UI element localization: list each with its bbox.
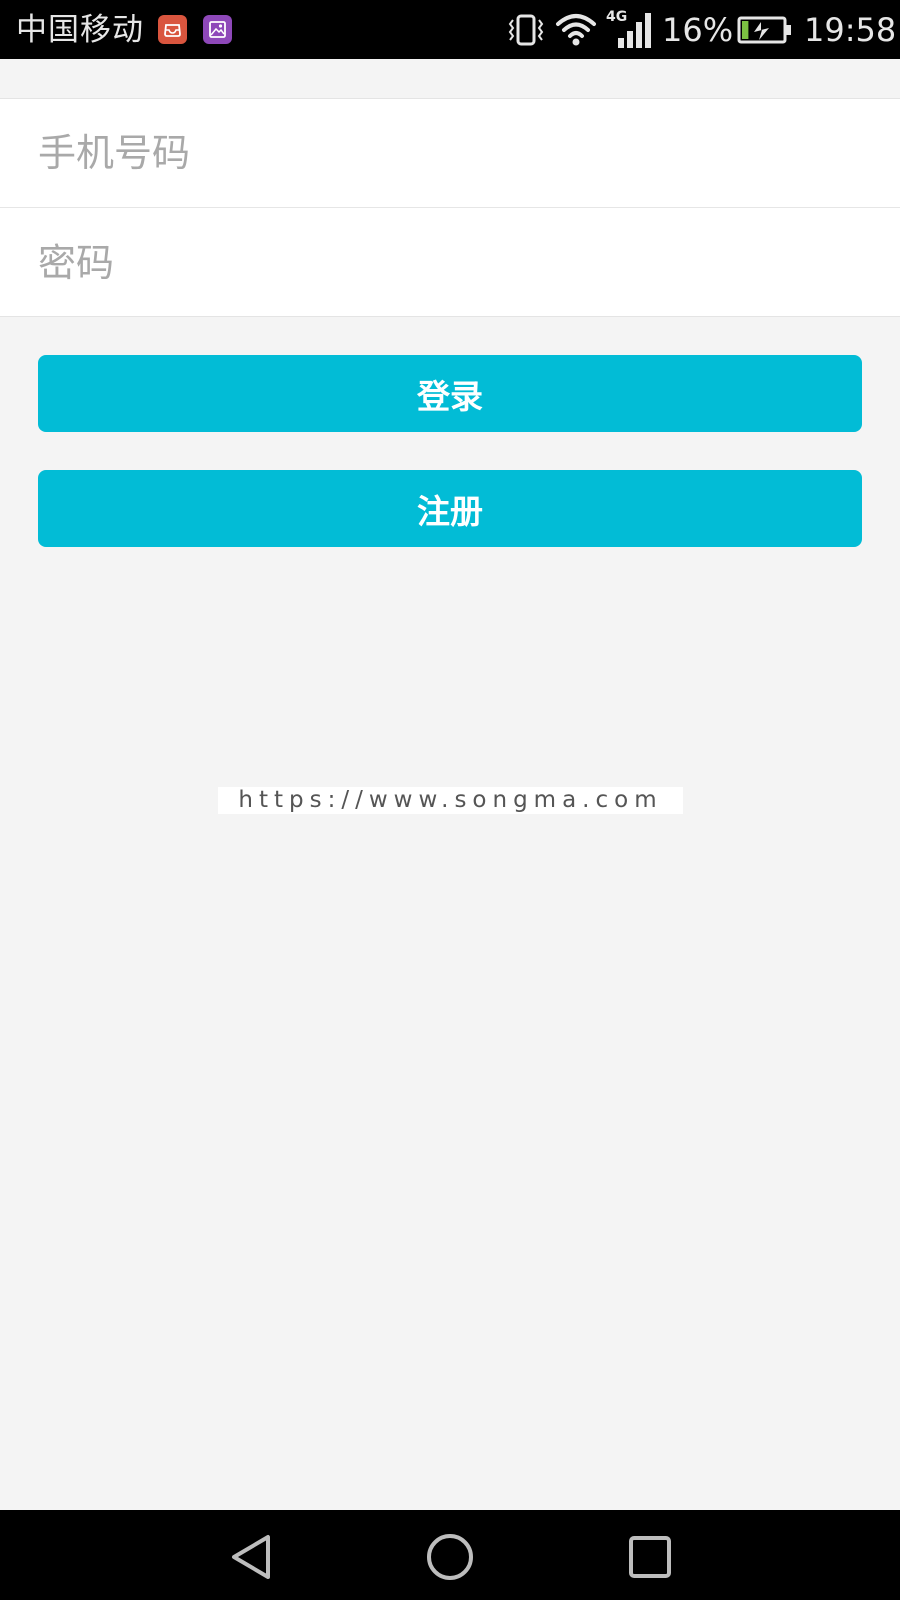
phone-field-row <box>0 99 900 207</box>
login-form <box>0 98 900 317</box>
watermark-url: https://www.songma.com <box>218 787 683 814</box>
signal-icon: 4G <box>606 8 656 54</box>
carrier-name: 中国移动 <box>16 12 144 48</box>
clock: 19:58 <box>804 11 897 49</box>
network-type: 4G <box>606 9 627 25</box>
back-icon[interactable] <box>225 1530 279 1584</box>
battery-charging-icon <box>737 16 793 48</box>
password-field-row <box>0 207 900 317</box>
phone-input[interactable] <box>0 99 900 207</box>
home-icon[interactable] <box>423 1530 477 1584</box>
register-button[interactable]: 注册 <box>38 470 862 547</box>
password-input[interactable] <box>0 208 900 317</box>
vibrate-icon <box>508 14 544 50</box>
recents-icon[interactable] <box>623 1530 677 1584</box>
login-screen: 中国移动 4G 16% 19:58 手机号码 登录 注册 https://www… <box>0 0 900 1600</box>
status-bar: 中国移动 4G 16% 19:58 <box>0 0 900 59</box>
wifi-icon <box>555 12 597 50</box>
gallery-icon <box>203 15 232 44</box>
navigation-bar <box>0 1510 900 1600</box>
login-button[interactable]: 登录 <box>38 355 862 432</box>
battery-percent: 16% <box>662 11 734 49</box>
mail-icon <box>158 15 187 44</box>
